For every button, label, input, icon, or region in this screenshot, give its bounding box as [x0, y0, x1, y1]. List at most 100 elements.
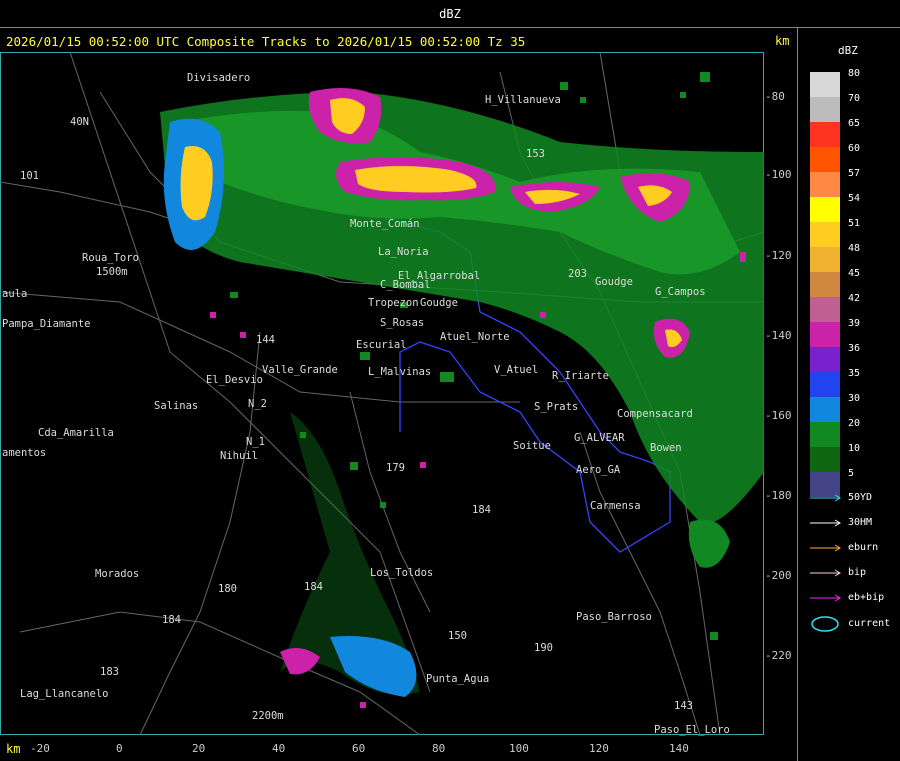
scale-value-label: 30	[848, 393, 861, 404]
place-label: La_Noria	[378, 246, 429, 258]
scale-swatch	[810, 72, 840, 97]
place-label: Divisadero	[187, 72, 251, 84]
scale-value-label: 54	[848, 193, 861, 204]
scale-value-label: 36	[848, 343, 861, 354]
place-label: Monte_Comán	[350, 218, 420, 230]
place-label: Aero_GA	[576, 464, 621, 476]
scale-swatch	[810, 372, 840, 397]
y-tick-label: -100	[765, 168, 792, 181]
x-axis-unit: km	[6, 742, 21, 756]
place-label: 150	[448, 630, 467, 642]
place-label: 184	[304, 581, 323, 593]
panel-divider	[797, 28, 798, 761]
scale-value-label: 51	[848, 218, 861, 229]
scale-value-label: 5	[848, 468, 855, 479]
place-label: 153	[526, 148, 545, 160]
place-label: Carmensa	[590, 500, 641, 512]
place-label: 143	[674, 700, 693, 712]
place-label: S_Rosas	[380, 317, 425, 329]
scale-swatch	[810, 422, 840, 447]
scale-swatch	[810, 197, 840, 222]
place-label: H_Villanueva	[485, 94, 561, 106]
scale-swatch	[810, 397, 840, 422]
place-label: N_2	[248, 398, 267, 410]
place-label: N_1	[246, 436, 265, 448]
scale-value-label: 60	[848, 143, 861, 154]
scale-value-label: 35	[848, 368, 861, 379]
x-tick-label: 120	[589, 742, 609, 755]
place-label: G_ALVEAR	[574, 432, 625, 444]
place-label: 183	[100, 666, 119, 678]
scale-swatch	[810, 172, 840, 197]
place-label: Los_Toldos	[370, 567, 434, 579]
place-label: 179	[386, 462, 405, 474]
place-label: Lag_Llancanelo	[20, 688, 109, 700]
place-label: 190	[534, 642, 553, 654]
y-tick-label: -220	[765, 649, 792, 662]
x-tick-label: 140	[669, 742, 689, 755]
place-label: 2200m	[252, 710, 284, 722]
place-label: G_Campos	[655, 286, 706, 298]
place-label: Valle_Grande	[262, 364, 338, 376]
scale-swatch	[810, 447, 840, 472]
scale-value-label: 20	[848, 418, 861, 429]
track-label: current	[848, 618, 891, 629]
scale-value-label: 80	[848, 68, 861, 79]
track-label: bip	[848, 567, 867, 578]
y-tick-label: -180	[765, 489, 792, 502]
track-label: 50YD	[848, 492, 873, 503]
place-label: 1500m	[96, 266, 128, 278]
place-label: Morados	[95, 568, 140, 580]
place-label: 184	[472, 504, 491, 516]
place-label: Compensacard	[617, 408, 693, 420]
x-tick-label: -20	[30, 742, 50, 755]
track-label: eburn	[848, 542, 879, 553]
track-label: eb+bip	[848, 592, 885, 603]
place-label: amentos	[2, 447, 47, 459]
place-label: Roua_Toro	[82, 252, 139, 264]
place-label: 203	[568, 268, 587, 280]
x-tick-label: 80	[432, 742, 446, 755]
dbz-color-scale	[810, 72, 840, 497]
scale-value-label: 42	[848, 293, 861, 304]
y-tick-label: -80	[765, 90, 785, 103]
scale-swatch	[810, 347, 840, 372]
place-label: 180	[218, 583, 237, 595]
x-tick-label: 20	[192, 742, 206, 755]
track-label: 30HM	[848, 517, 873, 528]
place-label: Pampa_Diamante	[2, 318, 91, 330]
place-label: Goudge	[420, 297, 458, 309]
place-label: Punta_Agua	[426, 673, 490, 685]
scale-swatch	[810, 222, 840, 247]
place-label: Nihuil	[220, 450, 258, 462]
place-label: 144	[256, 334, 275, 346]
radar-map[interactable]	[0, 52, 764, 735]
place-label: Soitue	[513, 440, 551, 452]
place-label: Bowen	[650, 442, 682, 454]
x-tick-label: 40	[272, 742, 286, 755]
scale-value-label: 10	[848, 443, 861, 454]
scale-swatch	[810, 247, 840, 272]
place-label: Paso_Barroso	[576, 611, 652, 623]
place-label: R_Iriarte	[552, 370, 609, 382]
place-label: 101	[20, 170, 39, 182]
scale-value-label: 48	[848, 243, 861, 254]
scale-swatch	[810, 147, 840, 172]
scale-value-label: 65	[848, 118, 861, 129]
legend-title: dBZ	[838, 44, 858, 57]
window-title: dBZ	[0, 0, 900, 28]
place-label: Atuel_Norte	[440, 331, 510, 343]
place-label: Goudge	[595, 276, 633, 288]
scale-swatch	[810, 272, 840, 297]
place-label: 40N	[70, 116, 89, 128]
x-tick-label: 0	[116, 742, 123, 755]
y-tick-label: -120	[765, 249, 792, 262]
place-label: Tropezon	[368, 297, 419, 309]
place-label: L_Malvinas	[368, 366, 432, 378]
x-tick-label: 100	[509, 742, 529, 755]
scale-value-label: 70	[848, 93, 861, 104]
place-label: 184	[162, 614, 181, 626]
scale-swatch	[810, 322, 840, 347]
composite-caption: 2026/01/15 00:52:00 UTC Composite Tracks…	[6, 34, 526, 49]
place-label: Salinas	[154, 400, 199, 412]
